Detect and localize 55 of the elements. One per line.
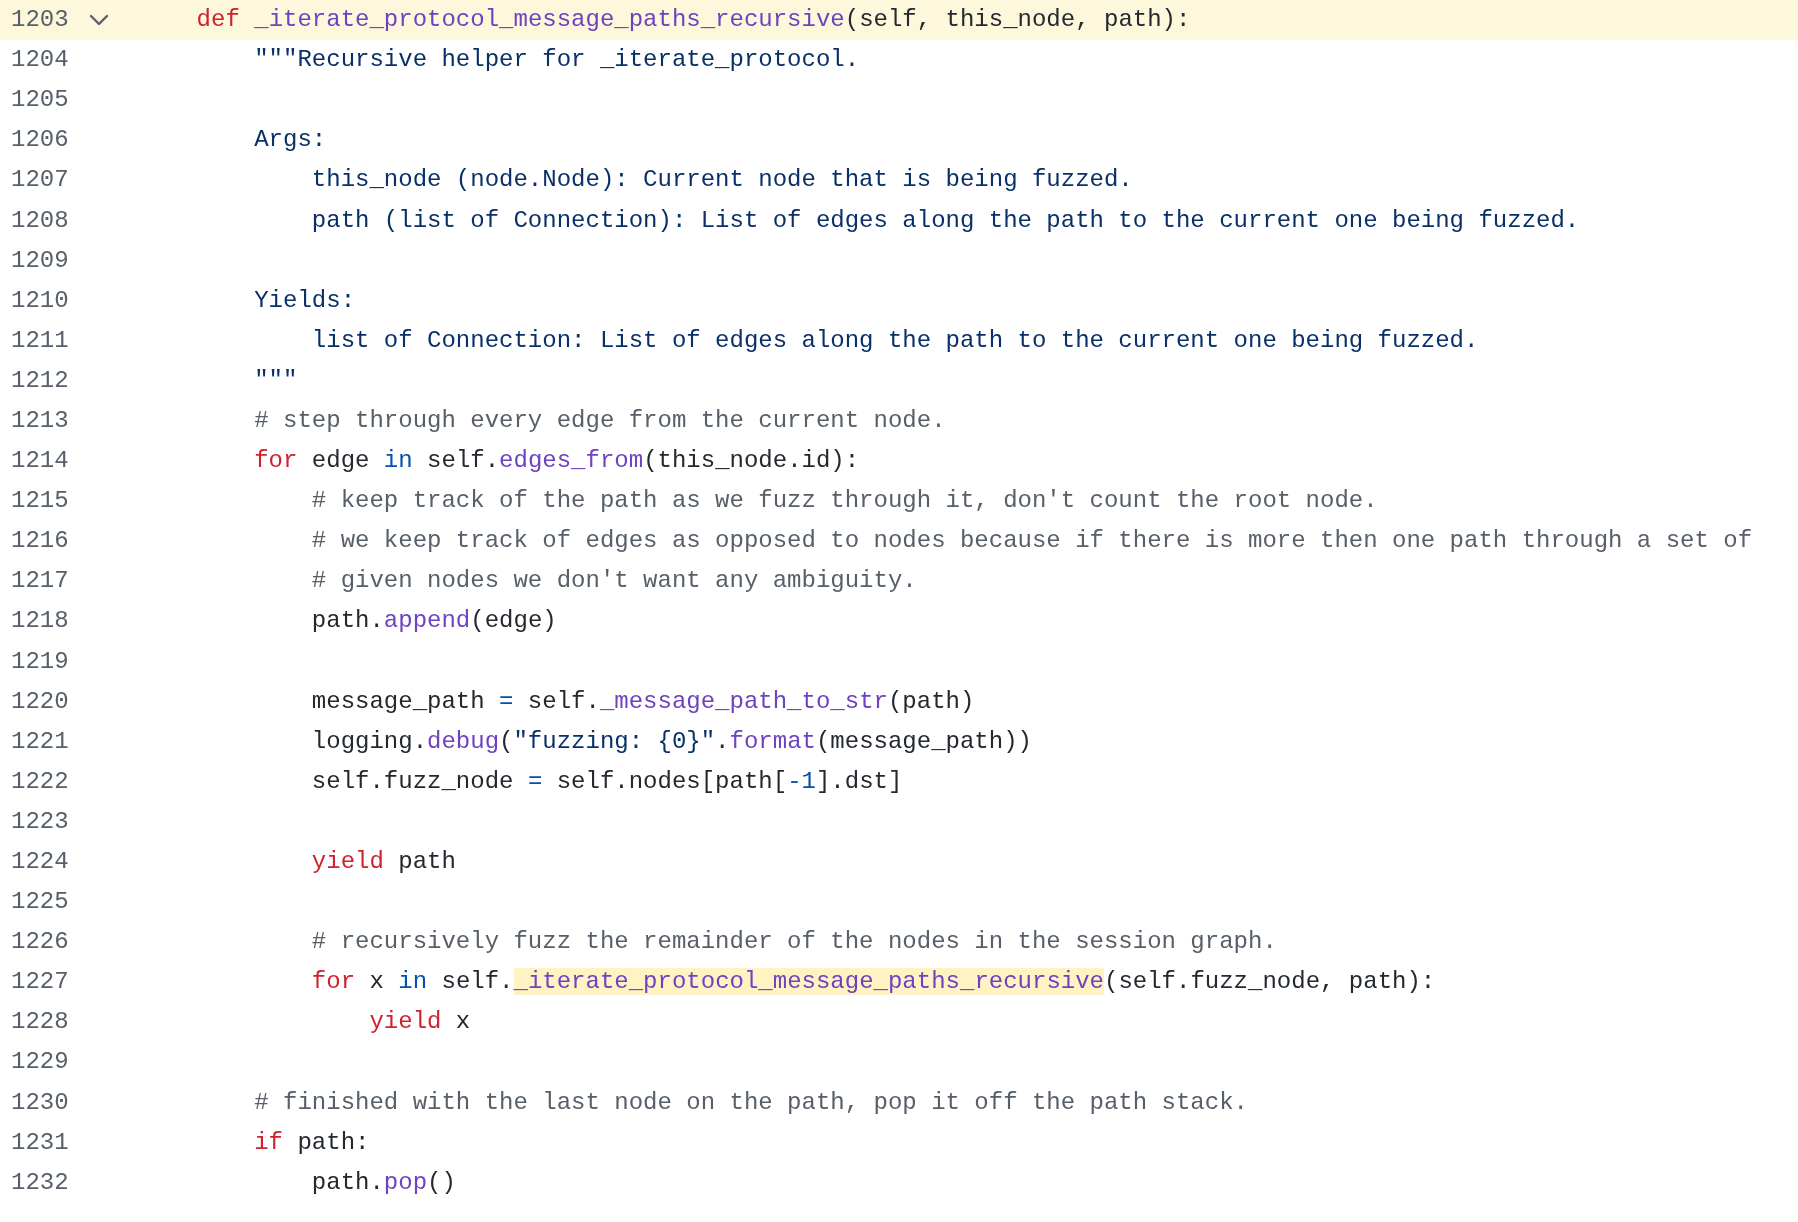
code-line: Yields: xyxy=(254,285,356,316)
code-line: Args: xyxy=(254,125,327,156)
line-number: 1206 xyxy=(11,126,69,154)
code-line: message_path = self._message_path_to_str(path) xyxy=(311,686,975,717)
line-number: 1228 xyxy=(11,1008,69,1036)
chevron-down-icon[interactable] xyxy=(88,13,110,28)
code-line: for x in self._iterate_protocol_message_paths_recursive(self.fuzz_node, path): xyxy=(311,967,1436,998)
code-line: self.fuzz_node = self.nodes[path[-1].dst] xyxy=(311,766,903,797)
line-number: 1204 xyxy=(11,46,69,74)
line-number: 1213 xyxy=(11,407,69,434)
line-number: 1203 xyxy=(11,6,69,34)
line-number: 1217 xyxy=(11,567,69,595)
code-line: # keep track of the path as we fuzz through it, don't count the root node. xyxy=(311,486,1378,517)
line-number: 1211 xyxy=(11,326,69,354)
line-number: 1219 xyxy=(11,647,69,675)
line-number: 1225 xyxy=(11,888,69,916)
line-number: 1232 xyxy=(11,1168,69,1196)
line-number: 1230 xyxy=(11,1088,69,1116)
code-line: yield x xyxy=(369,1007,471,1038)
line-number: 1227 xyxy=(11,968,69,996)
line-number: 1216 xyxy=(11,527,69,555)
line-number: 1223 xyxy=(11,807,69,835)
code-line: """Recursive helper for _iterate_protocol. xyxy=(254,45,860,76)
line-number: 1221 xyxy=(11,727,69,755)
code-line: path.append(edge) xyxy=(311,606,557,637)
line-number: 1209 xyxy=(11,246,69,274)
code-line: # finished with the last node on the path, pop it off the path stack. xyxy=(254,1087,1248,1118)
code-line: this_node (node.Node): Current node that is being fuzzed. xyxy=(311,165,1133,196)
code-line: # we keep track of edges as opposed to nodes because if there is more then one path through a set of xyxy=(311,526,1753,557)
code-line: path (list of Connection): List of edges along the path to the current one being fuzzed. xyxy=(311,205,1580,236)
line-number: 1208 xyxy=(11,206,69,234)
code-line: def _iterate_protocol_message_paths_recursive(self, this_node, path): xyxy=(196,5,1191,36)
code-line: path.pop() xyxy=(311,1167,456,1198)
code-line: list of Connection: List of edges along the path to the current one being fuzzed. xyxy=(311,325,1479,356)
line-number: 1207 xyxy=(11,166,69,194)
line-number: 1218 xyxy=(11,607,69,635)
line-number: 1229 xyxy=(11,1048,69,1076)
code-line: yield path xyxy=(311,847,456,877)
line-number: 1220 xyxy=(11,687,69,715)
line-number: 1210 xyxy=(11,286,69,314)
code-line: # recursively fuzz the remainder of the nodes in the session graph. xyxy=(311,927,1277,958)
line-number: 1205 xyxy=(11,86,69,114)
line-number: 1215 xyxy=(11,487,69,515)
line-number: 1224 xyxy=(11,848,69,875)
code-line: if path: xyxy=(254,1127,370,1158)
code-line: # step through every edge from the current node. xyxy=(254,406,946,436)
line-number: 1212 xyxy=(11,366,69,394)
code-line: # given nodes we don't want any ambiguity. xyxy=(311,566,917,597)
code-line: logging.debug("fuzzing: {0}".format(message_path)) xyxy=(311,726,1032,757)
line-number: 1226 xyxy=(11,928,69,956)
line-number: 1222 xyxy=(11,767,69,795)
line-number: 1214 xyxy=(11,447,69,475)
code-line: for edge in self.edges_from(this_node.id): xyxy=(254,446,860,477)
line-number: 1231 xyxy=(11,1128,69,1156)
code-line: """ xyxy=(254,365,298,396)
